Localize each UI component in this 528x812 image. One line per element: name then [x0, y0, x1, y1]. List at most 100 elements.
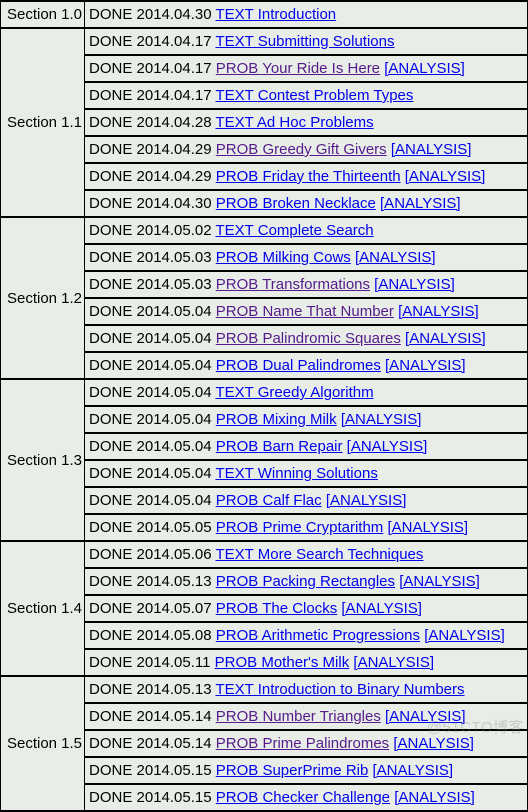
problem-item-link[interactable]: PROB Palindromic Squares	[216, 330, 401, 347]
analysis-link[interactable]: [ANALYSIS]	[374, 276, 455, 293]
analysis-link[interactable]: [ANALYSIS]	[384, 60, 465, 77]
problem-item-link[interactable]: PROB Mother's Milk	[215, 654, 350, 671]
analysis-link[interactable]: [ANALYSIS]	[385, 357, 466, 374]
item-kind-label: TEXT	[215, 681, 254, 698]
completion-date: 2014.05.04	[136, 303, 212, 320]
analysis-link[interactable]: [ANALYSIS]	[405, 330, 486, 347]
section-label: Section 1.0	[0, 0, 85, 29]
item-cell: DONE 2014.04.29 PROB Greedy Gift Givers …	[84, 135, 528, 164]
text-item-link[interactable]: TEXT Greedy Algorithm	[216, 384, 374, 401]
status-text: DONE	[89, 600, 133, 617]
completion-date: 2014.05.11	[136, 654, 211, 671]
item-kind-label: PROB	[215, 708, 259, 725]
item-title: Number Triangles	[262, 708, 381, 725]
completion-date: 2014.05.04	[136, 330, 212, 347]
analysis-link[interactable]: [ANALYSIS]	[373, 762, 454, 779]
text-item-link[interactable]: TEXT Winning Solutions	[216, 465, 378, 482]
analysis-link[interactable]: [ANALYSIS]	[326, 492, 407, 509]
item-cell: DONE 2014.05.14 PROB Number Triangles [A…	[84, 702, 528, 731]
problem-item-link[interactable]: PROB Number Triangles	[216, 708, 381, 725]
analysis-link[interactable]: [ANALYSIS]	[405, 168, 486, 185]
item-kind-label: PROB	[215, 573, 259, 590]
problem-item-link[interactable]: PROB Prime Palindromes	[216, 735, 389, 752]
analysis-link[interactable]: [ANALYSIS]	[353, 654, 434, 671]
problem-item-link[interactable]: PROB Arithmetic Progressions	[216, 627, 420, 644]
problem-item-link[interactable]: PROB Calf Flac	[216, 492, 322, 509]
item-kind-label: PROB	[215, 303, 259, 320]
problem-item-link[interactable]: PROB Dual Palindromes	[216, 357, 381, 374]
item-cell: DONE 2014.04.17 TEXT Submitting Solution…	[84, 27, 528, 56]
text-item-link[interactable]: TEXT Ad Hoc Problems	[216, 114, 374, 131]
analysis-link[interactable]: [ANALYSIS]	[393, 735, 474, 752]
problem-item-link[interactable]: PROB Your Ride Is Here	[216, 60, 380, 77]
analysis-link[interactable]: [ANALYSIS]	[398, 303, 479, 320]
text-item-link[interactable]: TEXT Introduction to Binary Numbers	[216, 681, 465, 698]
completion-date: 2014.05.05	[136, 519, 212, 536]
text-item-link[interactable]: TEXT Submitting Solutions	[216, 33, 395, 50]
problem-item-link[interactable]: PROB The Clocks	[216, 600, 337, 617]
problem-item-link[interactable]: PROB Transformations	[216, 276, 370, 293]
problem-item-link[interactable]: PROB Name That Number	[216, 303, 394, 320]
item-kind-label: PROB	[215, 60, 259, 77]
analysis-link[interactable]: [ANALYSIS]	[341, 411, 422, 428]
analysis-link[interactable]: [ANALYSIS]	[399, 573, 480, 590]
text-item-link[interactable]: TEXT Contest Problem Types	[216, 87, 414, 104]
analysis-link[interactable]: [ANALYSIS]	[387, 519, 468, 536]
completion-date: 2014.05.03	[136, 249, 212, 266]
item-kind-label: TEXT	[215, 465, 254, 482]
problem-item-link[interactable]: PROB Checker Challenge	[216, 789, 390, 806]
item-cell: DONE 2014.05.13 TEXT Introduction to Bin…	[84, 675, 528, 704]
problem-item-link[interactable]: PROB Broken Necklace	[216, 195, 376, 212]
item-cell: DONE 2014.04.17 PROB Your Ride Is Here […	[84, 54, 528, 83]
analysis-link[interactable]: [ANALYSIS]	[380, 195, 461, 212]
item-cell: DONE 2014.05.15 PROB SuperPrime Rib [ANA…	[84, 756, 528, 785]
analysis-link[interactable]: [ANALYSIS]	[341, 600, 422, 617]
item-kind-label: PROB	[215, 519, 259, 536]
text-item-link[interactable]: TEXT Complete Search	[216, 222, 374, 239]
problem-item-link[interactable]: PROB Packing Rectangles	[216, 573, 395, 590]
item-title: Mixing Milk	[262, 411, 337, 428]
item-title: SuperPrime Rib	[262, 762, 369, 779]
problem-item-link[interactable]: PROB Friday the Thirteenth	[216, 168, 401, 185]
item-cell: DONE 2014.05.04 PROB Barn Repair [ANALYS…	[84, 432, 528, 461]
analysis-link[interactable]: [ANALYSIS]	[424, 627, 505, 644]
item-title: Complete Search	[257, 222, 374, 239]
problem-item-link[interactable]: PROB Prime Cryptarithm	[216, 519, 384, 536]
status-text: DONE	[89, 87, 133, 104]
completion-date: 2014.05.04	[136, 411, 212, 428]
completion-date: 2014.05.14	[136, 735, 212, 752]
status-text: DONE	[89, 465, 133, 482]
completion-date: 2014.04.17	[136, 60, 212, 77]
problem-item-link[interactable]: PROB SuperPrime Rib	[216, 762, 369, 779]
table-row: Section 1.0 DONE 2014.04.30 TEXT Introduc…	[0, 0, 528, 29]
problem-item-link[interactable]: PROB Greedy Gift Givers	[216, 141, 387, 158]
completion-date: 2014.04.30	[136, 6, 212, 23]
analysis-link[interactable]: [ANALYSIS]	[394, 789, 475, 806]
text-item-link[interactable]: TEXT More Search Techniques	[216, 546, 424, 563]
status-text: DONE	[89, 249, 133, 266]
item-cell: DONE 2014.05.04 TEXT Winning Solutions	[84, 459, 528, 488]
item-cell: DONE 2014.05.13 PROB Packing Rectangles …	[84, 567, 528, 596]
problem-item-link[interactable]: PROB Mixing Milk	[216, 411, 337, 428]
analysis-link[interactable]: [ANALYSIS]	[391, 141, 472, 158]
completion-date: 2014.05.08	[136, 627, 212, 644]
item-title: Ad Hoc Problems	[256, 114, 374, 131]
status-text: DONE	[89, 168, 133, 185]
status-text: DONE	[89, 708, 133, 725]
completion-date: 2014.04.29	[136, 141, 212, 158]
item-title: Greedy Gift Givers	[262, 141, 387, 158]
problem-item-link[interactable]: PROB Barn Repair	[216, 438, 343, 455]
table-row: Section 1.3 DONE 2014.05.04 TEXT Greedy A…	[0, 378, 528, 542]
completion-date: 2014.05.04	[136, 492, 212, 509]
text-item-link[interactable]: TEXT Introduction	[216, 6, 337, 23]
status-text: DONE	[89, 384, 133, 401]
problem-item-link[interactable]: PROB Milking Cows	[216, 249, 351, 266]
analysis-link[interactable]: [ANALYSIS]	[385, 708, 466, 725]
analysis-link[interactable]: [ANALYSIS]	[347, 438, 428, 455]
item-cell: DONE 2014.05.04 PROB Mixing Milk [ANALYS…	[84, 405, 528, 434]
item-kind-label: TEXT	[215, 6, 254, 23]
analysis-link[interactable]: [ANALYSIS]	[355, 249, 436, 266]
table-row: Section 1.2 DONE 2014.05.02 TEXT Complete…	[0, 216, 528, 380]
item-cell: DONE 2014.05.04 PROB Palindromic Squares…	[84, 324, 528, 353]
item-kind-label: PROB	[215, 276, 259, 293]
